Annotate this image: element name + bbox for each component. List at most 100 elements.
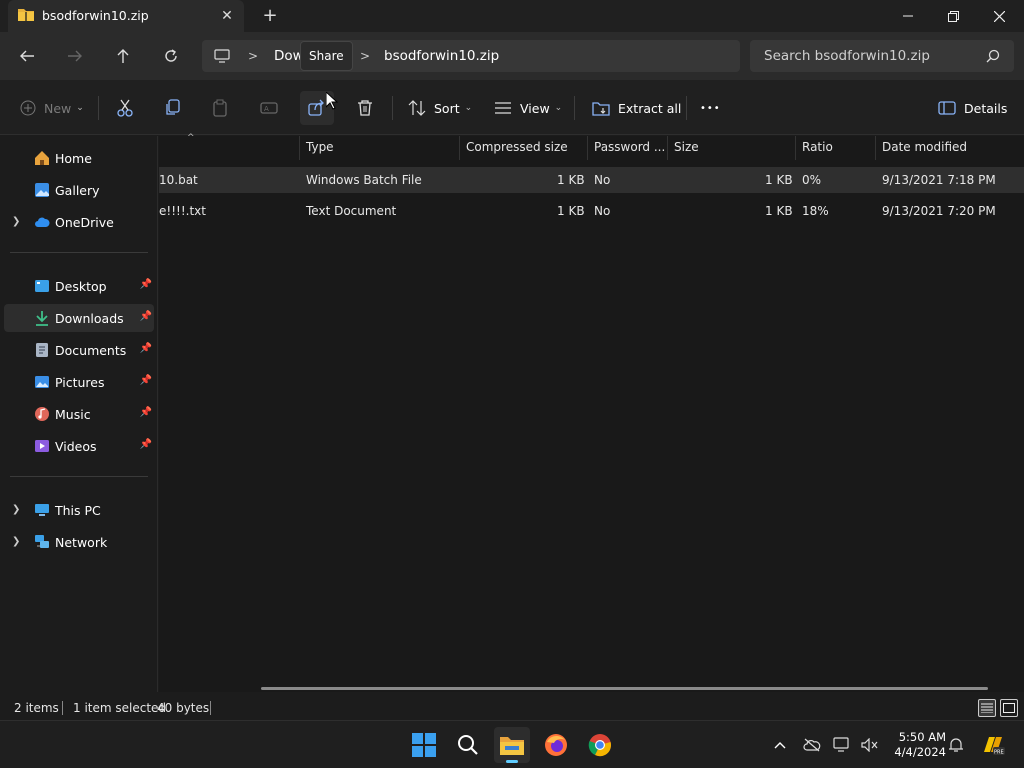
- search-input[interactable]: Search bsodforwin10.zip: [750, 40, 1014, 72]
- column-compressed-size[interactable]: Compressed size: [466, 140, 568, 154]
- close-icon: [993, 10, 1005, 22]
- sidebar-item-documents[interactable]: Documents 📌: [4, 336, 154, 364]
- table-row[interactable]: 10.bat Windows Batch File 1 KB No 1 KB 0…: [159, 167, 1024, 193]
- tab-bsodforwin10[interactable]: bsodforwin10.zip ✕: [8, 0, 244, 32]
- navigation-row: > Dow > bsodforwin10.zip Share Search bs…: [0, 32, 1024, 80]
- divider: [98, 96, 99, 120]
- column-divider[interactable]: [587, 136, 588, 160]
- restore-button[interactable]: [930, 0, 976, 32]
- pin-icon[interactable]: 📌: [140, 375, 152, 386]
- taskbar-file-explorer[interactable]: [494, 727, 530, 763]
- column-divider[interactable]: [667, 136, 668, 160]
- forward-button[interactable]: [60, 42, 90, 70]
- sidebar-item-music[interactable]: Music 📌: [4, 400, 154, 428]
- sidebar-item-desktop[interactable]: Desktop 📌: [4, 272, 154, 300]
- table-row[interactable]: e!!!!.txt Text Document 1 KB No 1 KB 18%…: [159, 198, 1024, 224]
- chevron-right-icon[interactable]: ❯: [12, 504, 20, 515]
- new-tab-button[interactable]: +: [258, 5, 282, 27]
- sidebar-item-onedrive[interactable]: ❯ OneDrive: [4, 208, 154, 236]
- tiles-view-toggle[interactable]: [1000, 699, 1018, 717]
- running-indicator: [506, 760, 518, 763]
- back-button[interactable]: [12, 42, 42, 70]
- column-ratio[interactable]: Ratio: [802, 140, 833, 154]
- tab-close-button[interactable]: ✕: [216, 5, 238, 27]
- system-clock[interactable]: 5:50 AM 4/4/2024: [886, 730, 946, 760]
- column-size[interactable]: Size: [674, 140, 699, 154]
- pin-icon[interactable]: 📌: [140, 407, 152, 418]
- column-divider[interactable]: [795, 136, 796, 160]
- chevron-right-icon: >: [248, 49, 259, 63]
- taskbar-firefox[interactable]: [538, 727, 574, 763]
- sidebar-item-videos[interactable]: Videos 📌: [4, 432, 154, 460]
- sidebar-item-pictures[interactable]: Pictures 📌: [4, 368, 154, 396]
- extract-all-button[interactable]: Extract all: [592, 94, 681, 122]
- details-button[interactable]: Details: [938, 94, 1007, 122]
- sidebar-item-network[interactable]: ❯ Network: [4, 528, 154, 556]
- start-button[interactable]: [406, 727, 442, 763]
- volume-tray-icon[interactable]: [860, 735, 880, 755]
- cloud-off-icon: [803, 738, 821, 752]
- details-view-toggle[interactable]: [978, 699, 996, 717]
- sidebar-item-home[interactable]: Home: [4, 144, 154, 172]
- chevron-right-icon[interactable]: ❯: [12, 536, 20, 547]
- file-explorer-icon: [500, 737, 524, 755]
- notifications-button[interactable]: [946, 735, 966, 755]
- pin-icon[interactable]: 📌: [140, 439, 152, 450]
- volume-muted-icon: [861, 738, 878, 752]
- more-options-button[interactable]: •••: [700, 94, 721, 122]
- chevron-right-icon[interactable]: ❯: [12, 216, 20, 227]
- download-icon: [36, 311, 48, 326]
- show-hidden-icons-button[interactable]: [770, 735, 790, 755]
- column-type[interactable]: Type: [306, 140, 334, 154]
- restore-icon: [947, 10, 959, 22]
- file-ratio: 0%: [802, 173, 822, 187]
- onedrive-tray-icon[interactable]: [802, 735, 822, 755]
- copy-button[interactable]: [164, 94, 182, 122]
- rename-button[interactable]: A: [260, 94, 278, 122]
- navigation-pane: Home Gallery ❯ OneDrive Desktop 📌 Downlo…: [0, 136, 158, 692]
- pin-icon[interactable]: 📌: [140, 311, 152, 322]
- sidebar-item-this-pc[interactable]: ❯ This PC: [4, 496, 154, 524]
- taskbar-chrome[interactable]: [582, 727, 618, 763]
- sidebar-item-label: OneDrive: [55, 215, 114, 230]
- minimize-button[interactable]: [885, 0, 931, 32]
- sidebar-item-gallery[interactable]: Gallery: [4, 176, 154, 204]
- sidebar-item-downloads[interactable]: Downloads 📌: [4, 304, 154, 332]
- network-icon: [35, 535, 49, 548]
- search-placeholder: Search bsodforwin10.zip: [764, 48, 930, 64]
- column-password[interactable]: Password ...: [594, 140, 665, 154]
- file-size: 1 KB: [765, 173, 793, 187]
- share-tooltip: Share: [300, 41, 353, 71]
- tab-title: bsodforwin10.zip: [42, 8, 149, 23]
- pin-icon[interactable]: 📌: [140, 343, 152, 354]
- breadcrumb-zip[interactable]: bsodforwin10.zip: [384, 48, 499, 64]
- file-date-modified: 9/13/2021 7:20 PM: [882, 204, 996, 218]
- clock-date: 4/4/2024: [894, 745, 946, 759]
- monitor-icon: [214, 49, 230, 63]
- sidebar-item-label: Network: [55, 535, 108, 550]
- taskbar-search-button[interactable]: [450, 727, 486, 763]
- cut-button[interactable]: [116, 94, 134, 122]
- zip-folder-icon: [18, 9, 34, 21]
- close-button[interactable]: [976, 0, 1022, 32]
- column-divider[interactable]: [299, 136, 300, 160]
- selection-size: 40 bytes: [157, 701, 210, 715]
- sidebar-item-label: This PC: [55, 503, 101, 518]
- video-icon: [35, 440, 49, 452]
- delete-button[interactable]: [356, 94, 374, 122]
- address-bar[interactable]: > Dow > bsodforwin10.zip: [202, 40, 740, 72]
- svg-text:PRE: PRE: [994, 750, 1004, 756]
- pin-icon[interactable]: 📌: [140, 279, 152, 290]
- view-button[interactable]: View ⌄: [494, 94, 562, 122]
- refresh-button[interactable]: [156, 42, 186, 70]
- horizontal-scrollbar[interactable]: [261, 687, 988, 690]
- column-divider[interactable]: [459, 136, 460, 160]
- sort-button[interactable]: Sort ⌄: [408, 94, 472, 122]
- new-button[interactable]: New ⌄: [20, 94, 84, 122]
- column-divider[interactable]: [875, 136, 876, 160]
- copilot-button[interactable]: PRE: [980, 735, 1006, 756]
- column-date-modified[interactable]: Date modified: [882, 140, 967, 154]
- paste-button[interactable]: [212, 94, 230, 122]
- up-button[interactable]: [108, 42, 138, 70]
- network-tray-icon[interactable]: [832, 735, 852, 755]
